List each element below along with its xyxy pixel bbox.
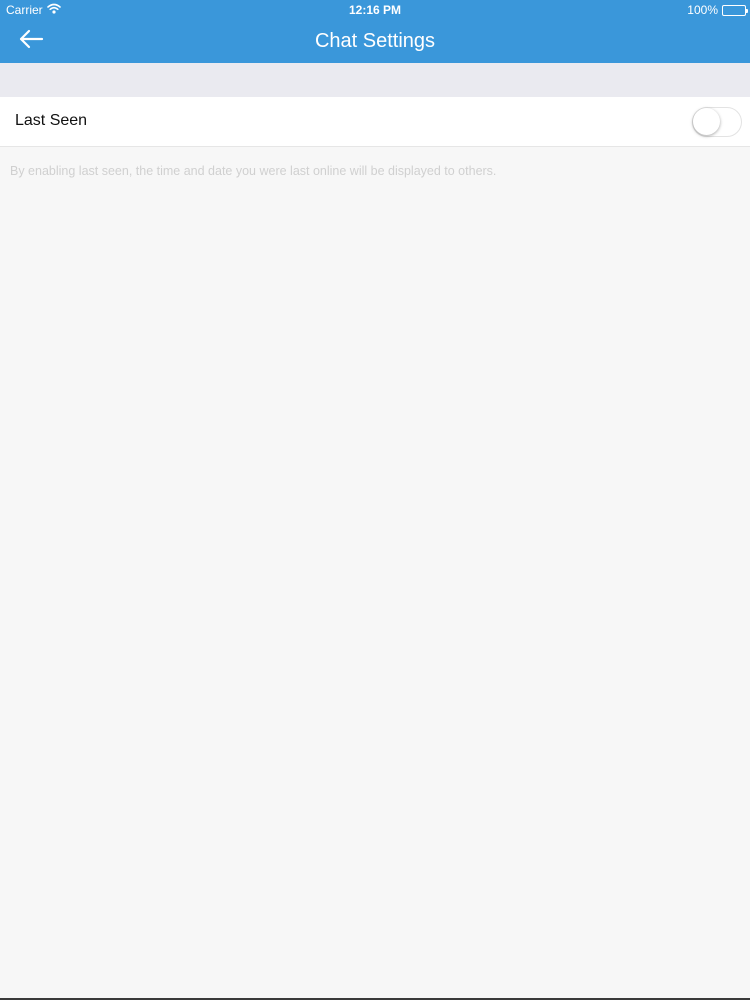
page-title: Chat Settings: [314, 30, 436, 52]
app-screen: Carrier 12:16 PM 100% Chat Settings Last…: [0, 0, 750, 1000]
nav-bar: Chat Settings: [0, 20, 750, 63]
status-bar: Carrier 12:16 PM 100%: [0, 0, 750, 20]
setting-row-last-seen: Last Seen: [0, 97, 750, 147]
last-seen-toggle[interactable]: [692, 107, 742, 137]
status-right: 100%: [687, 3, 748, 17]
app-header: Carrier 12:16 PM 100% Chat Settings: [0, 0, 750, 63]
battery-percent: 100%: [687, 3, 718, 17]
last-seen-label: Last Seen: [15, 112, 88, 129]
toggle-knob: [693, 108, 720, 135]
section-header: [0, 63, 750, 97]
battery-icon: [722, 4, 748, 16]
last-seen-footnote: By enabling last seen, the time and date…: [10, 164, 497, 178]
status-time: 12:16 PM: [348, 3, 402, 17]
